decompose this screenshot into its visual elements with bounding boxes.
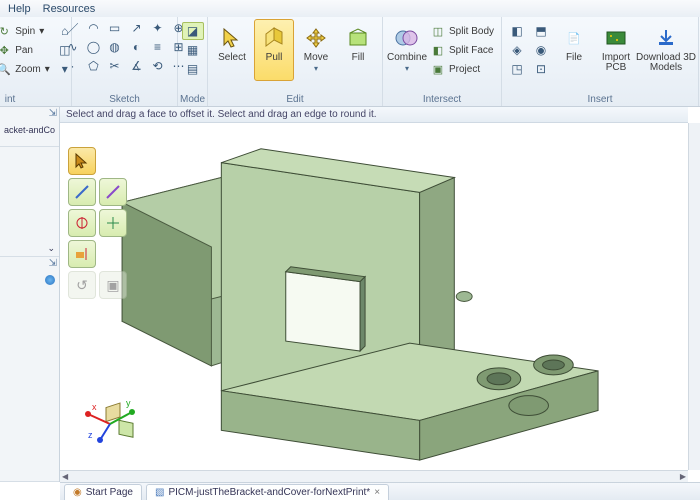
circle-tool[interactable]: ◯ (83, 38, 105, 56)
svg-text:y: y (126, 398, 131, 408)
move-button[interactable]: Move (296, 19, 336, 81)
move-icon (302, 24, 330, 52)
ins-f[interactable]: ⊡ (530, 60, 552, 78)
ins-e[interactable]: ◉ (530, 41, 552, 59)
pan-icon: ✥ (0, 43, 11, 57)
vp-pivot-button[interactable] (68, 209, 96, 237)
menu-bar: Help Resources (0, 0, 700, 17)
pin-icon[interactable]: ⇲ (49, 108, 57, 119)
orientation-triad[interactable]: x y z (80, 386, 140, 446)
vp-upto-button[interactable] (68, 240, 96, 268)
sk-g[interactable]: ∡ (126, 57, 148, 75)
ribbon: ↻Spin ▾ ✥Pan 🔍Zoom ▾ ⌂ ◫ ▾ Orient int ／ … (0, 17, 700, 107)
viewport-toolbox: ↺ ▣ (68, 147, 127, 299)
ins-d[interactable]: ⬒ (530, 22, 552, 40)
doc-icon: ▧ (155, 487, 164, 498)
split-face-icon: ◧ (431, 43, 445, 57)
pull-icon (260, 24, 288, 52)
mode-3d-button[interactable]: ◪ (182, 22, 204, 40)
zoom-button[interactable]: 🔍Zoom ▾ (0, 60, 52, 78)
file-button[interactable]: 📄File (554, 19, 594, 81)
sk-e[interactable]: ≡ (147, 38, 169, 56)
import-pcb-button[interactable]: Import PCB (596, 19, 636, 81)
tab-document[interactable]: ▧ PICM-justTheBracket-andCover-forNextPr… (146, 484, 389, 500)
split-body-button[interactable]: ◫Split Body (429, 22, 497, 40)
menu-resources[interactable]: Resources (43, 3, 96, 15)
document-tab-bar: ◉ Start Page ▧ PICM-justTheBracket-andCo… (60, 482, 700, 500)
side-panel: ⇲ acket-andCo ⌄ ⇲ (0, 107, 60, 482)
svg-text:x: x (92, 402, 97, 412)
sk-h[interactable]: ⟲ (147, 57, 169, 75)
pan-button[interactable]: ✥Pan (0, 41, 52, 59)
project-button[interactable]: ▣Project (429, 60, 497, 78)
line-tool[interactable]: ／ (62, 19, 84, 37)
ellipse-tool[interactable]: ◍ (104, 38, 126, 56)
vp-opt-b[interactable]: ▣ (99, 271, 127, 299)
ribbon-group-insert: ◧ ◈ ◳ ⬒ ◉ ⊡ 📄File Import PCB Download 3D… (502, 17, 699, 106)
ribbon-group-mode: ◪ ▦ ▤ Mode (178, 17, 208, 106)
sketch-grid: ／ ◠ ▭ ∿ ◯ ◍ · ⬠ ✂ (62, 19, 124, 75)
polygon-tool[interactable]: ⬠ (83, 57, 105, 75)
vp-axis-button[interactable] (99, 209, 127, 237)
arc-tool[interactable]: ◠ (83, 19, 105, 37)
ins-c[interactable]: ◳ (506, 60, 528, 78)
select-button[interactable]: Select (212, 19, 252, 81)
download-models-button[interactable]: Download 3D Models (638, 19, 694, 81)
zoom-icon: 🔍 (0, 62, 11, 76)
tab-start-page[interactable]: ◉ Start Page (64, 484, 142, 500)
cursor-icon (218, 24, 246, 52)
spin-button[interactable]: ↻Spin ▾ (0, 22, 52, 40)
spin-icon: ↻ (0, 24, 11, 38)
rect-tool[interactable]: ▭ (104, 19, 126, 37)
split-face-button[interactable]: ◧Split Face (429, 41, 497, 59)
ribbon-group-edit: Select Pull Move Fill Edit (208, 17, 383, 106)
project-icon: ▣ (431, 62, 445, 76)
mode-2d-button[interactable]: ▦ (182, 41, 204, 59)
group-label-mode: Mode (180, 92, 205, 106)
svg-text:z: z (88, 430, 93, 440)
download-icon (652, 24, 680, 52)
vp-edge-button[interactable] (68, 178, 96, 206)
group-label-intersect: Intersect (423, 92, 461, 106)
group-label-sketch: Sketch (109, 92, 140, 106)
menu-help[interactable]: Help (8, 3, 31, 15)
home-icon: ◉ (73, 487, 82, 498)
pcb-icon (602, 24, 630, 52)
vp-opt-a[interactable]: ↺ (68, 271, 96, 299)
vp-select-button[interactable] (68, 147, 96, 175)
file-icon: 📄 (560, 24, 588, 52)
sk-b[interactable]: ✦ (147, 19, 169, 37)
ribbon-group-sketch: ／ ◠ ▭ ∿ ◯ ◍ · ⬠ ✂ ↗ ✦ ⊕ ◐ ≡ ⊞ ∡ ⟲ ⋯ (72, 17, 178, 106)
trim-tool[interactable]: ✂ (104, 57, 126, 75)
close-icon[interactable]: × (374, 487, 380, 498)
group-label-insert: Insert (587, 92, 612, 106)
pin-icon-2[interactable]: ⇲ (49, 258, 57, 269)
viewport: Select and drag a face to offset it. Sel… (60, 107, 700, 482)
ins-b[interactable]: ◈ (506, 41, 528, 59)
group-label-edit: Edit (286, 92, 303, 106)
vp-face-button[interactable] (99, 178, 127, 206)
ribbon-group-intersect: Combine ◫Split Body ◧Split Face ▣Project… (383, 17, 502, 106)
tree-item[interactable]: acket-andCo (4, 125, 55, 135)
fill-icon (344, 24, 372, 52)
model-render (60, 123, 688, 470)
hint-bar: Select and drag a face to offset it. Sel… (60, 107, 688, 123)
sphere-icon[interactable] (45, 275, 55, 285)
sk-a[interactable]: ↗ (126, 19, 148, 37)
vertical-scrollbar[interactable] (688, 123, 700, 470)
horizontal-scrollbar[interactable]: ◀▶ (60, 470, 688, 482)
point-tool[interactable]: · (62, 57, 84, 75)
canvas-3d[interactable]: ↺ ▣ x y z (60, 123, 688, 470)
combine-button[interactable]: Combine (387, 19, 427, 81)
ins-a[interactable]: ◧ (506, 22, 528, 40)
combine-icon (393, 24, 421, 52)
fill-button[interactable]: Fill (338, 19, 378, 81)
workspace: ⇲ acket-andCo ⌄ ⇲ Select and drag a face… (0, 107, 700, 482)
pull-button[interactable]: Pull (254, 19, 294, 81)
mode-section-button[interactable]: ▤ (182, 60, 204, 78)
chevron-down-icon[interactable]: ⌄ (47, 243, 55, 254)
sk-d[interactable]: ◐ (126, 38, 148, 56)
split-body-icon: ◫ (431, 24, 445, 38)
spline-tool[interactable]: ∿ (62, 38, 84, 56)
